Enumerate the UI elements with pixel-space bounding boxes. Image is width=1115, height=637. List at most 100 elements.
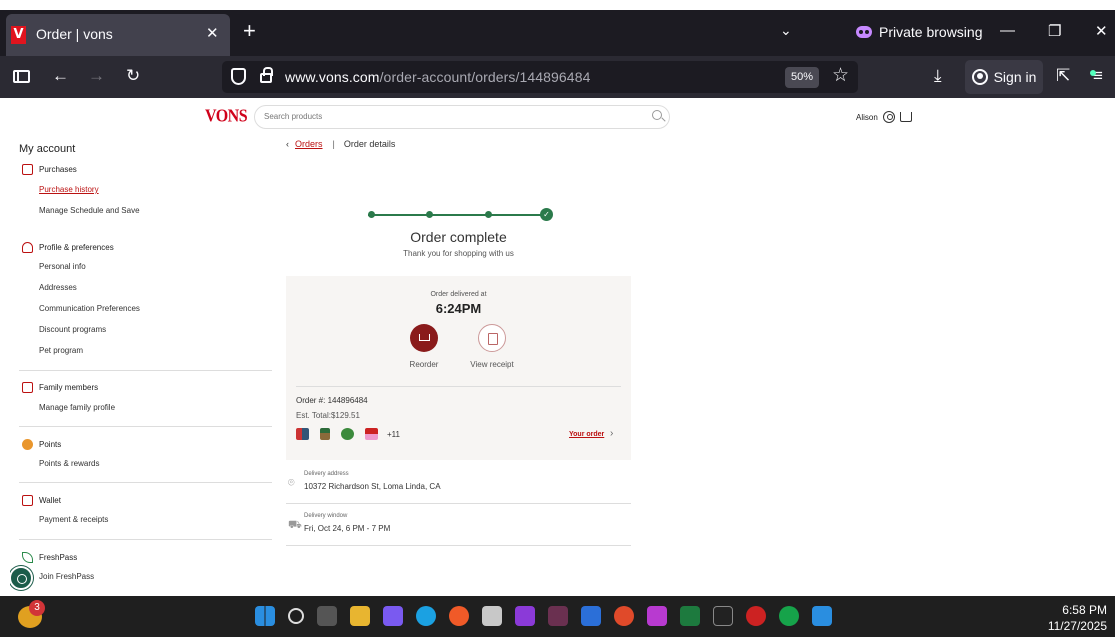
url-text[interactable]: www.vons.com/order-account/orders/144896… [285, 69, 590, 85]
sidebar-toggle-icon[interactable] [13, 70, 30, 83]
link-personal-info[interactable]: Personal info [39, 262, 86, 271]
section-freshpass: FreshPass [22, 552, 77, 563]
lock-icon[interactable] [260, 67, 273, 83]
link-discount-programs[interactable]: Discount programs [39, 325, 106, 334]
clock-time: 6:58 PM [1062, 603, 1107, 617]
forward-arrow-icon[interactable]: → [88, 66, 105, 86]
tradingview-icon[interactable] [713, 606, 733, 626]
reorder-cart-icon[interactable] [410, 324, 438, 352]
task-view-icon[interactable] [317, 606, 337, 626]
more-items-count: +11 [387, 429, 400, 439]
edge-icon[interactable] [416, 606, 436, 626]
vons-logo[interactable]: VONS [205, 107, 248, 127]
reorder-label[interactable]: Reorder [394, 360, 454, 369]
shield-icon[interactable] [231, 68, 246, 85]
search-input[interactable]: Search products [254, 105, 670, 129]
firefox-icon[interactable] [449, 606, 469, 626]
link-manage-family-profile[interactable]: Manage family profile [39, 403, 115, 412]
chevron-right-icon[interactable]: › [610, 428, 613, 439]
divider [19, 539, 272, 540]
download-icon[interactable]: ⤓ [934, 66, 942, 86]
extensions-icon[interactable]: ⇱ [1056, 66, 1070, 86]
checkmark-icon: ✓ [540, 208, 553, 221]
product-thumbnail [341, 428, 354, 440]
grammarly-icon[interactable] [779, 606, 799, 626]
divider [19, 426, 272, 427]
user-name[interactable]: Alison [856, 113, 878, 122]
app-icon[interactable] [647, 606, 667, 626]
product-thumbnail [365, 428, 378, 440]
accessibility-widget-icon[interactable] [10, 566, 33, 590]
delivery-window-label: Delivery window [304, 513, 348, 519]
leaf-icon [22, 552, 33, 563]
person-icon [22, 242, 33, 253]
tab-active[interactable]: V Order | vons ✕ [6, 14, 230, 56]
outlook-icon[interactable] [581, 606, 601, 626]
order-progress-tracker: ✓ [368, 208, 553, 222]
home-icon [22, 382, 33, 393]
link-communication-preferences[interactable]: Communication Preferences [39, 304, 140, 313]
tab-close-icon[interactable]: ✕ [206, 24, 219, 42]
your-order-link[interactable]: Your order [569, 431, 604, 438]
app-icon[interactable] [548, 606, 568, 626]
back-arrow-icon[interactable]: ← [52, 66, 69, 86]
tab-title: Order | vons [36, 26, 113, 42]
windows-start-icon[interactable] [255, 606, 275, 626]
order-status-subtitle: Thank you for shopping with us [403, 249, 514, 258]
tab-bar: V Order | vons ✕ + ⌄ Private browsing — … [0, 10, 1115, 56]
delivery-address-row: ⌾ Delivery address 10372 Richardson St, … [286, 462, 631, 504]
firefox-private-icon[interactable] [515, 606, 535, 626]
delivery-window: Fri, Oct 24, 6 PM - 7 PM [304, 524, 391, 533]
zoom-level-button[interactable]: 50% [785, 67, 819, 88]
file-explorer-icon[interactable] [350, 606, 370, 626]
menu-icon[interactable]: ≡ [1089, 66, 1103, 86]
copilot-icon[interactable] [383, 606, 403, 626]
delivered-label: Order delivered at [430, 291, 487, 298]
cart-icon[interactable] [899, 112, 912, 122]
item-thumbnails: +11 [296, 428, 400, 440]
bookmark-star-icon[interactable]: ☆ [832, 64, 849, 87]
divider [296, 386, 621, 387]
excel-icon[interactable] [680, 606, 700, 626]
link-pet-program[interactable]: Pet program [39, 346, 83, 355]
link-addresses[interactable]: Addresses [39, 283, 77, 292]
account-icon[interactable] [882, 111, 895, 123]
chevron-left-icon[interactable]: ‹ [286, 139, 289, 149]
minimize-icon[interactable]: — [1000, 22, 1015, 39]
progress-step [426, 211, 433, 218]
blocked-app-icon[interactable] [746, 606, 766, 626]
search-icon[interactable] [652, 110, 662, 120]
store-icon[interactable] [482, 606, 502, 626]
photos-icon[interactable] [812, 606, 832, 626]
link-points-rewards[interactable]: Points & rewards [39, 459, 99, 468]
link-purchase-history[interactable]: Purchase history [39, 185, 99, 194]
nav-toolbar: ← → ↻ www.vons.com/order-account/orders/… [0, 56, 1115, 98]
estimated-total: Est. Total:$129.51 [296, 411, 360, 420]
reddit-icon[interactable] [614, 606, 634, 626]
chevron-down-icon[interactable]: ⌄ [780, 22, 792, 39]
progress-step [485, 211, 492, 218]
breadcrumb-current: Order details [343, 139, 396, 149]
link-manage-schedule[interactable]: Manage Schedule and Save [39, 206, 140, 215]
view-receipt-label[interactable]: View receipt [462, 360, 522, 369]
account-icon [971, 69, 988, 85]
search-icon[interactable] [288, 608, 304, 624]
link-payment-receipts[interactable]: Payment & receipts [39, 515, 108, 524]
screen: V Order | vons ✕ + ⌄ Private browsing — … [0, 0, 1115, 637]
close-window-icon[interactable]: ✕ [1095, 22, 1108, 40]
taskbar: 3 6:58 PM 11/27/2025 [0, 596, 1115, 637]
receipt-icon[interactable] [478, 324, 506, 352]
clock[interactable]: 6:58 PM 11/27/2025 [1048, 602, 1107, 634]
restore-icon[interactable]: ❐ [1048, 22, 1061, 40]
progress-step [368, 211, 375, 218]
reload-icon[interactable]: ↻ [126, 66, 140, 86]
breadcrumb-orders-link[interactable]: Orders [295, 139, 323, 149]
delivered-time: 6:24PM [435, 301, 482, 316]
update-dot-icon [1089, 70, 1096, 76]
sign-in-button[interactable]: Sign in [965, 60, 1043, 94]
url-bar[interactable]: www.vons.com/order-account/orders/144896… [222, 61, 858, 93]
user-area[interactable]: Alison [856, 111, 912, 123]
new-tab-button[interactable]: + [243, 18, 256, 44]
link-join-freshpass[interactable]: Join FreshPass [39, 572, 94, 581]
section-family: Family members [22, 382, 98, 393]
